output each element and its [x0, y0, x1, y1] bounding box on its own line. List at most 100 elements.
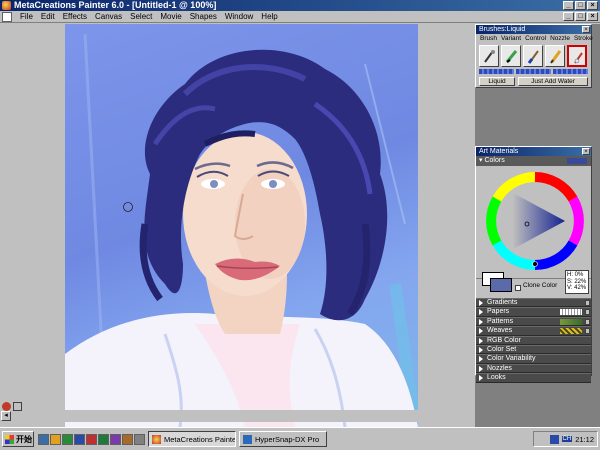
- brushes-menu-control[interactable]: Control: [523, 34, 548, 43]
- expand-arrow-icon: [479, 318, 483, 325]
- taskbar: 开始 MetaCreations Painter 6.... HyperSnap…: [0, 427, 600, 450]
- section-color-set[interactable]: Color Set: [476, 344, 591, 355]
- outlook-icon[interactable]: [50, 433, 61, 445]
- window-controls: _ □ ×: [563, 1, 598, 10]
- liquid-brush-icon[interactable]: [567, 45, 587, 67]
- colors-label: Colors: [484, 157, 505, 164]
- painting-canvas[interactable]: [65, 24, 418, 427]
- brush-icon[interactable]: [523, 45, 543, 67]
- colors-section-body: [476, 166, 591, 279]
- art-materials-title[interactable]: Art Materials ×: [476, 147, 591, 156]
- menu-canvas[interactable]: Canvas: [91, 11, 126, 23]
- menu-movie[interactable]: Movie: [156, 11, 185, 23]
- art-materials-palette[interactable]: Art Materials × ▾ Colors Clone Color H: …: [475, 146, 592, 383]
- windows-logo-icon: [5, 434, 14, 444]
- menu-effects[interactable]: Effects: [59, 11, 91, 23]
- desktop-icon[interactable]: [62, 433, 73, 445]
- document-icon[interactable]: [2, 11, 12, 22]
- brush-selectors: Liquid Just Add Water: [476, 74, 591, 89]
- section-nozzles[interactable]: Nozzles: [476, 363, 591, 374]
- app-icon[interactable]: [122, 433, 133, 445]
- ie-icon[interactable]: [38, 433, 49, 445]
- secondary-color-swatch[interactable]: [490, 278, 512, 292]
- brushes-menu-variant[interactable]: Variant: [499, 34, 523, 43]
- brushes-palette-title[interactable]: Brushes:Liquid ×: [476, 25, 591, 34]
- close-button[interactable]: ×: [587, 1, 598, 10]
- brushes-palette-close-button[interactable]: ×: [582, 26, 590, 33]
- papers-menu-button[interactable]: [585, 309, 590, 316]
- section-patterns[interactable]: Patterns: [476, 316, 591, 327]
- app-icon[interactable]: [134, 433, 145, 445]
- record-icon[interactable]: [2, 402, 11, 411]
- menu-help[interactable]: Help: [257, 11, 281, 23]
- value-value: V: 42%: [567, 285, 587, 291]
- brush-category-select[interactable]: Liquid: [479, 77, 515, 86]
- art-materials-close-button[interactable]: ×: [582, 148, 590, 155]
- section-looks[interactable]: Looks: [476, 373, 591, 383]
- brushes-palette[interactable]: Brushes:Liquid × Brush Variant Control N…: [475, 24, 595, 89]
- patterns-menu-button[interactable]: [585, 318, 590, 325]
- doc-maximize-button[interactable]: □: [575, 12, 586, 21]
- hsv-readout: H: 0% S: 22% V: 42%: [565, 270, 589, 294]
- section-rgb-color[interactable]: RGB Color: [476, 335, 591, 345]
- hypersnap-task-icon: [243, 434, 252, 444]
- painter-app-icon[interactable]: [2, 1, 11, 10]
- clock[interactable]: 21:12: [575, 435, 594, 444]
- app-icon[interactable]: [110, 433, 121, 445]
- crayon-icon[interactable]: [501, 45, 521, 67]
- expand-arrow-icon: [479, 365, 483, 372]
- art-materials-title-text: Art Materials: [479, 148, 519, 155]
- tray-app-icon[interactable]: [549, 434, 559, 444]
- section-rgb-color-label: RGB Color: [487, 336, 521, 344]
- brushes-menu-brush[interactable]: Brush: [478, 34, 499, 43]
- input-language-indicator[interactable]: CH: [561, 436, 573, 442]
- section-papers[interactable]: Papers: [476, 307, 591, 317]
- task-hypersnap[interactable]: HyperSnap-DX Pro: [239, 431, 327, 447]
- pencil-icon[interactable]: [545, 45, 565, 67]
- scroll-left-button[interactable]: ◂: [1, 411, 11, 421]
- start-button[interactable]: 开始: [2, 431, 34, 447]
- current-color-swatch: [567, 158, 587, 164]
- menu-window[interactable]: Window: [221, 11, 257, 23]
- section-nozzles-label: Nozzles: [487, 364, 512, 372]
- section-gradients[interactable]: Gradients: [476, 298, 591, 308]
- clone-color-checkbox[interactable]: [515, 285, 521, 291]
- brush-variant-select[interactable]: Just Add Water: [518, 77, 588, 86]
- powerpoint-icon[interactable]: [86, 433, 97, 445]
- gradients-menu-button[interactable]: [585, 300, 590, 306]
- menu-bar: File Edit Effects Canvas Select Movie Sh…: [0, 11, 600, 23]
- menu-file[interactable]: File: [16, 11, 37, 23]
- airbrush-icon[interactable]: [479, 45, 499, 67]
- brush-stroke-previews: [476, 69, 591, 74]
- stroke-preview: [516, 69, 551, 74]
- doc-minimize-button[interactable]: _: [563, 12, 574, 21]
- portrait-painting: [65, 33, 418, 427]
- window-title-bar[interactable]: MetaCreations Painter 6.0 - [Untitled-1 …: [0, 0, 600, 11]
- brushes-menu-stroke[interactable]: Stroke: [572, 34, 595, 43]
- color-wheel[interactable]: [485, 171, 585, 271]
- maximize-button[interactable]: □: [575, 1, 586, 10]
- task-painter[interactable]: MetaCreations Painter 6....: [148, 431, 236, 447]
- paper-texture-preview: [560, 309, 582, 316]
- stroke-preview: [553, 69, 588, 74]
- canvas-horizontal-scrollbar[interactable]: ◂: [0, 410, 475, 422]
- menu-edit[interactable]: Edit: [37, 11, 59, 23]
- section-weaves-label: Weaves: [487, 327, 513, 335]
- section-patterns-label: Patterns: [487, 317, 514, 325]
- doc-close-button[interactable]: ×: [587, 12, 598, 21]
- excel-icon[interactable]: [98, 433, 109, 445]
- hue-ring-marker[interactable]: [532, 261, 538, 267]
- quick-launch: [38, 433, 145, 445]
- word-icon[interactable]: [74, 433, 85, 445]
- section-weaves[interactable]: Weaves: [476, 326, 591, 336]
- menu-select[interactable]: Select: [126, 11, 156, 23]
- minimize-button[interactable]: _: [563, 1, 574, 10]
- weaves-menu-button[interactable]: [585, 328, 590, 335]
- grid-icon[interactable]: [13, 402, 22, 411]
- expand-arrow-icon: [479, 309, 483, 316]
- section-color-variability[interactable]: Color Variability: [476, 354, 591, 364]
- menu-shapes[interactable]: Shapes: [186, 11, 221, 23]
- colors-section-header[interactable]: ▾ Colors: [476, 156, 591, 166]
- task-hypersnap-label: HyperSnap-DX Pro: [255, 434, 320, 444]
- brushes-menu-nozzle[interactable]: Nozzle: [548, 34, 572, 43]
